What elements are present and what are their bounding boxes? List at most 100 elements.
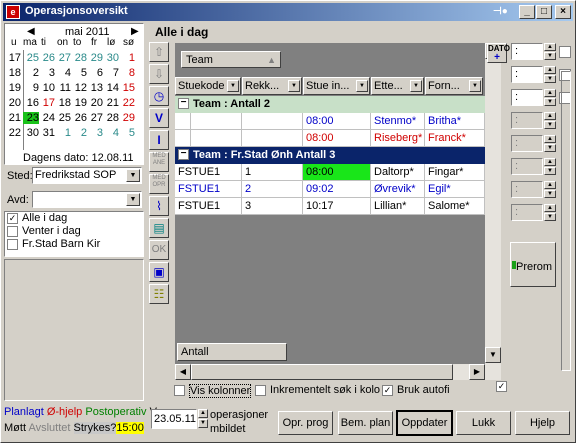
med-opr-icon[interactable]: MED OPR [149, 174, 169, 194]
table-row[interactable]: FSTUE1 3 10:17 Lillian* Salome* [175, 198, 485, 215]
bed-icon[interactable]: ▤ [149, 218, 169, 238]
checkbox[interactable]: ✓ [496, 381, 507, 392]
spin-down-icon[interactable]: ▼ [544, 75, 556, 83]
calendar-day[interactable]: 3 [39, 67, 55, 79]
column-header[interactable]: Rekk... ▼ [242, 77, 302, 95]
spin-up-icon[interactable]: ▲ [544, 66, 556, 74]
move-down-icon[interactable]: ⇩ [149, 64, 169, 84]
calendar-day[interactable]: 6 [87, 67, 103, 79]
calendar-day[interactable]: 22 [119, 97, 135, 109]
calendar-day[interactable]: 10 [39, 82, 55, 94]
spin-down-icon[interactable]: ▼ [198, 419, 208, 428]
oppdater-button[interactable]: Oppdater [396, 410, 453, 436]
calendar-day[interactable]: 26 [71, 112, 87, 124]
spin-down-icon[interactable]: ▼ [544, 190, 556, 198]
calendar-day[interactable]: 13 [87, 82, 103, 94]
chevron-down-icon[interactable]: ▼ [126, 169, 140, 182]
table-row[interactable]: 08:00 Riseberg* Franck* [175, 130, 485, 147]
date-field[interactable]: 23.05.11 [151, 409, 197, 429]
column-header[interactable]: Forn... ▼ [425, 77, 483, 95]
v-icon[interactable]: V [149, 108, 169, 128]
calendar-day[interactable]: 30 [23, 127, 39, 139]
table-row[interactable]: FSTUE1 1 08:00 Daltorp* Fingar* [175, 164, 485, 181]
calendar-day[interactable]: 1 [55, 127, 71, 139]
spin-up-icon[interactable]: ▲ [544, 43, 556, 51]
checklist-item[interactable]: Fr.Stad Barn Kir [5, 238, 143, 251]
spin-down-icon[interactable]: ▼ [544, 213, 556, 221]
avd-select[interactable]: ▼ [32, 191, 142, 208]
calendar-day[interactable]: 12 [71, 82, 87, 94]
spin-down-icon[interactable]: ▼ [544, 52, 556, 60]
scroll-thumb[interactable] [191, 364, 453, 380]
bem-plan-button[interactable]: Bem. plan [338, 411, 393, 435]
document-icon[interactable]: ▣ [149, 262, 169, 282]
column-header[interactable]: Stue in... ▼ [303, 77, 370, 95]
ok-icon[interactable]: OK [149, 240, 169, 260]
scroll-left-icon[interactable]: ◀ [175, 364, 191, 380]
calendar-day[interactable]: 23 [23, 112, 39, 124]
prerom-button[interactable]: Prerom [510, 242, 556, 287]
calendar-day[interactable]: 31 [39, 127, 55, 139]
spin-up-icon[interactable]: ▲ [544, 135, 556, 143]
chevron-down-icon[interactable]: ▼ [356, 80, 368, 92]
column-header[interactable]: Stuekode ▼ [175, 77, 241, 95]
opr-prog-button[interactable]: Opr. prog [278, 411, 333, 435]
checkbox[interactable]: ✓ [382, 385, 393, 396]
checkbox[interactable] [174, 385, 185, 396]
calendar-day[interactable]: 17 [39, 97, 55, 109]
calendar-day[interactable]: 21 [103, 97, 119, 109]
checkbox[interactable] [559, 46, 571, 58]
lukk-button[interactable]: Lukk [456, 411, 511, 435]
calendar-day[interactable]: 25 [55, 112, 71, 124]
spin-down-icon[interactable]: ▼ [544, 144, 556, 152]
calendar-day[interactable]: 5 [119, 127, 135, 139]
i-icon[interactable]: I [149, 130, 169, 150]
calendar-day[interactable]: 2 [71, 127, 87, 139]
calendar-day[interactable]: 19 [71, 97, 87, 109]
calendar-day[interactable]: 28 [103, 112, 119, 124]
table-row[interactable]: FSTUE1 2 09:02 Øvrevik* Egil* [175, 181, 485, 198]
clock-icon[interactable]: ◷ [149, 86, 169, 106]
chevron-down-icon[interactable]: ▼ [126, 193, 140, 206]
calendar-day[interactable]: 7 [103, 67, 119, 79]
time-spinner[interactable]: : ▲ ▼ [511, 135, 556, 152]
spin-up-icon[interactable]: ▲ [198, 409, 208, 418]
timeline-icon[interactable]: ⌇ [149, 196, 169, 216]
spin-up-icon[interactable]: ▲ [544, 204, 556, 212]
calendar-day[interactable]: 11 [55, 82, 71, 94]
checkbox[interactable] [7, 226, 18, 237]
calendar-day[interactable]: 27 [55, 52, 71, 64]
calendar-day[interactable]: 27 [87, 112, 103, 124]
spin-up-icon[interactable]: ▲ [544, 181, 556, 189]
checklist-item[interactable]: Venter i dag [5, 225, 143, 238]
collapse-icon[interactable]: − [178, 149, 189, 160]
spin-up-icon[interactable]: ▲ [544, 158, 556, 166]
calendar-day[interactable]: 28 [71, 52, 87, 64]
chevron-down-icon[interactable]: ▼ [469, 80, 481, 92]
move-up-icon[interactable]: ⇧ [149, 42, 169, 62]
list-icon[interactable]: ☷ [149, 284, 169, 304]
checklist-item[interactable]: ✓ Alle i dag [5, 212, 143, 225]
group-row[interactable]: − Team : Fr.Stad Ønh Antall 3 [175, 147, 485, 164]
next-month-icon[interactable]: ▶ [131, 26, 139, 37]
pin-icon[interactable]: ⊣● [493, 5, 515, 18]
checkbox[interactable] [255, 385, 266, 396]
calendar-day[interactable]: 16 [23, 97, 39, 109]
calendar-day[interactable]: 24 [39, 112, 55, 124]
calendar-day[interactable]: 8 [119, 67, 135, 79]
calendar-day[interactable]: 4 [55, 67, 71, 79]
calendar-day[interactable]: 4 [103, 127, 119, 139]
spin-up-icon[interactable]: ▲ [544, 89, 556, 97]
checkbox[interactable] [7, 239, 18, 250]
calendar-day[interactable]: 9 [23, 82, 39, 94]
calendar-day[interactable]: 5 [71, 67, 87, 79]
table-row[interactable]: 08:00 Stenmo* Britha* [175, 113, 485, 130]
horizontal-scrollbar[interactable]: ◀ ▶ [175, 364, 485, 380]
calendar-day[interactable]: 14 [103, 82, 119, 94]
time-spinner[interactable]: : ▲ ▼ [511, 204, 556, 221]
calendar-day[interactable]: 30 [103, 52, 119, 64]
spin-up-icon[interactable]: ▲ [544, 112, 556, 120]
minimize-button[interactable]: _ [519, 5, 535, 19]
group-chip-team[interactable]: Team ▲ [181, 51, 281, 68]
time-spinner[interactable]: : ▲ ▼ [511, 112, 556, 129]
